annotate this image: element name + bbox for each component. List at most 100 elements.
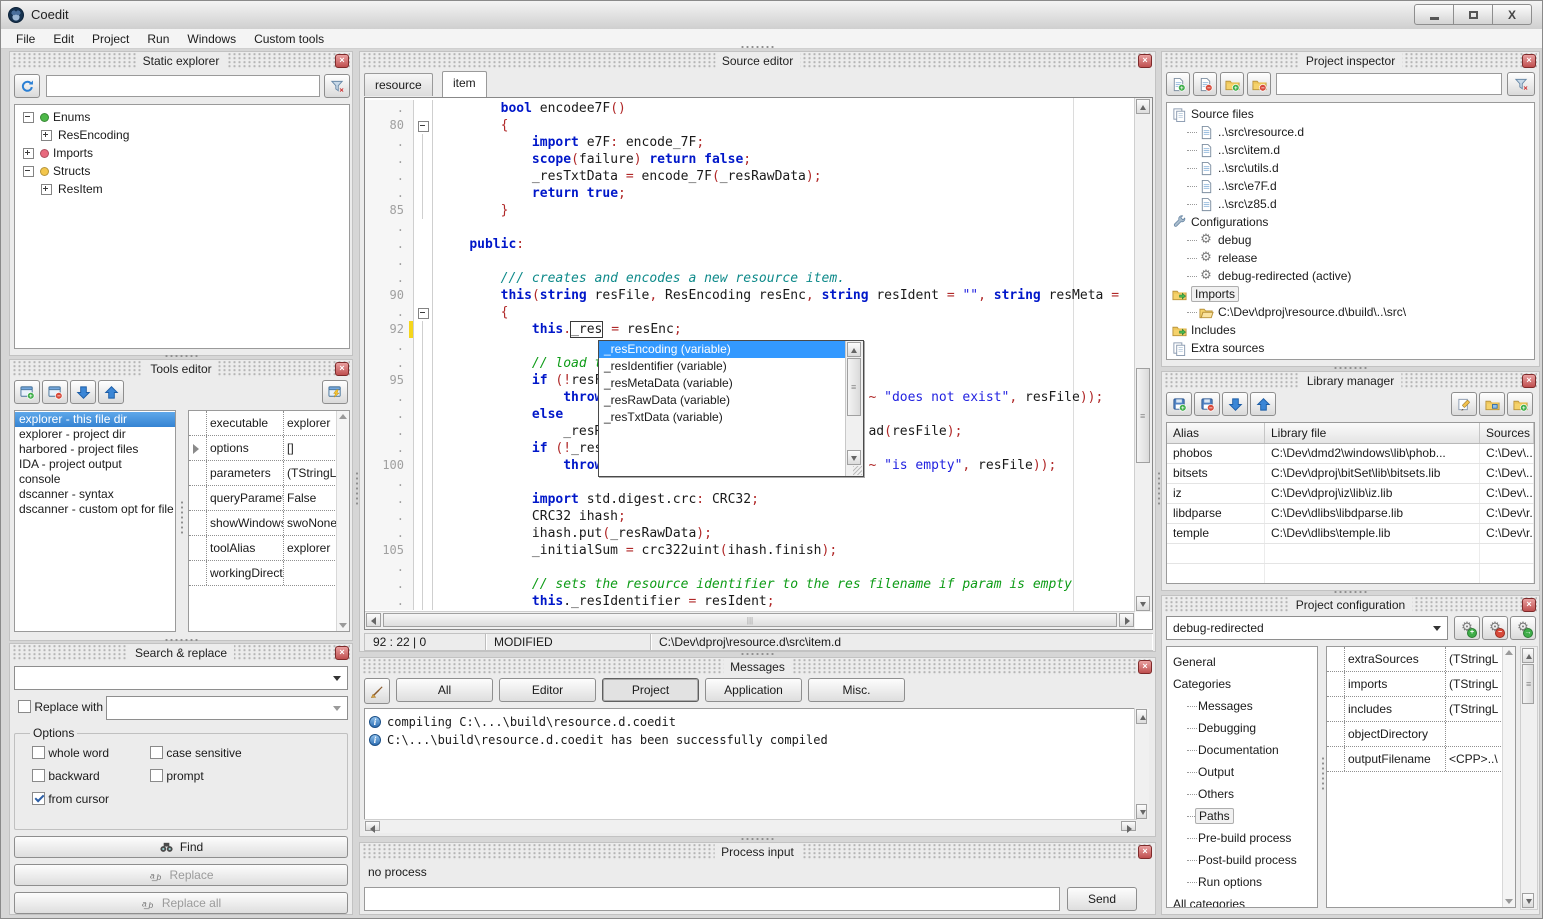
replace-button[interactable]: ab Replace — [14, 864, 348, 886]
list-item[interactable]: dscanner - syntax — [15, 487, 175, 502]
add-tool-button[interactable]: + — [14, 380, 40, 404]
project-tree-item[interactable]: ⚙debug — [1167, 231, 1534, 249]
table-row[interactable]: libdparseC:\Dev\dlibs\libdparse.libC:\De… — [1167, 504, 1534, 524]
code-line[interactable]: . // sets the resource identifier to the… — [365, 576, 1135, 593]
menu-item-windows[interactable]: Windows — [178, 30, 245, 48]
code-line[interactable]: . — [365, 253, 1135, 270]
move-library-down-button[interactable] — [1222, 392, 1248, 416]
code-line[interactable]: . return true; — [365, 185, 1135, 202]
column-header[interactable]: Sources ... — [1480, 423, 1534, 443]
list-item[interactable]: harbored - project files — [15, 442, 175, 457]
code-line[interactable]: . CRC32 ihash; — [365, 508, 1135, 525]
category-item-all-categories[interactable]: All categories — [1167, 893, 1317, 908]
scroll-right-icon[interactable] — [1119, 613, 1134, 627]
completion-item[interactable]: _resIdentifier (variable) — [599, 358, 846, 375]
category-item-post-build-process[interactable]: Post-build process — [1167, 849, 1317, 871]
messages-vertical-scrollbar[interactable] — [1134, 708, 1149, 820]
code-line[interactable]: . import std.digest.crc: CRC32; — [365, 491, 1135, 508]
filter-button[interactable]: × — [324, 74, 350, 98]
clone-configuration-button[interactable]: ⚙→ — [1510, 616, 1536, 640]
category-item-others[interactable]: Others — [1167, 783, 1317, 805]
panel-close-button[interactable] — [1522, 374, 1536, 388]
property-row[interactable]: parameters(TStringL — [189, 461, 349, 486]
message-entry[interactable]: icompiling C:\...\build\resource.d.coedi… — [367, 713, 1134, 731]
project-tree-item[interactable]: ..\src\e7F.d — [1167, 177, 1534, 195]
panel-close-button[interactable] — [335, 646, 349, 660]
splitter-handle[interactable] — [740, 652, 774, 656]
panel-close-button[interactable] — [335, 54, 349, 68]
filter-button-project[interactable]: Project — [602, 678, 699, 702]
expander-minus-icon[interactable] — [23, 112, 34, 123]
find-button[interactable]: Find — [14, 836, 348, 858]
replace-all-button[interactable]: ab Replace all — [14, 892, 348, 914]
category-item-output[interactable]: Output — [1167, 761, 1317, 783]
menu-item-file[interactable]: File — [7, 30, 44, 48]
expander-plus-icon[interactable] — [23, 148, 34, 159]
scroll-down-icon[interactable] — [1505, 899, 1513, 904]
scroll-thumb[interactable] — [383, 613, 1117, 627]
table-row[interactable]: bitsetsC:\Dev\dproj\bitSet\lib\bitsets.l… — [1167, 464, 1534, 484]
code-line[interactable]: 90 this(string resFile, ResEncoding resE… — [365, 287, 1135, 304]
code-line[interactable]: . { — [365, 304, 1135, 321]
code-line[interactable]: . bool encodee7F() — [365, 100, 1135, 117]
expander-plus-icon[interactable] — [41, 184, 52, 195]
splitter-handle[interactable] — [1333, 366, 1367, 370]
code-line[interactable]: 80 { — [365, 117, 1135, 134]
scroll-left-icon[interactable] — [365, 821, 380, 831]
property-row[interactable]: workingDirect — [189, 561, 349, 586]
project-tree-item[interactable]: ⚙release — [1167, 249, 1534, 267]
remove-file-button[interactable]: − — [1193, 72, 1217, 96]
add-library-button[interactable]: + — [1166, 392, 1192, 416]
remove-configuration-button[interactable]: ⚙− — [1482, 616, 1508, 640]
clear-messages-button[interactable] — [364, 678, 390, 704]
panel-close-button[interactable] — [1138, 54, 1152, 68]
code-editor[interactable]: . bool encodee7F()80 {. import e7F: enco… — [364, 97, 1153, 630]
code-line[interactable]: 85 } — [365, 202, 1135, 219]
tree-item[interactable]: ResEncoding — [15, 126, 349, 144]
library-from-project-button[interactable] — [1479, 392, 1505, 416]
library-from-folder-button[interactable]: + — [1507, 392, 1533, 416]
remove-tool-button[interactable]: − — [42, 380, 68, 404]
remove-folder-button[interactable]: − — [1247, 72, 1271, 96]
scroll-up-icon[interactable] — [1136, 709, 1147, 724]
splitter-handle[interactable] — [1333, 590, 1367, 594]
configuration-select[interactable]: debug-redirected — [1166, 616, 1448, 640]
code-line[interactable]: 105 _initialSum = crc322uint(ihash.finis… — [365, 542, 1135, 559]
code-line[interactable]: . ihash.put(_resRawData); — [365, 525, 1135, 542]
scroll-thumb[interactable] — [847, 358, 861, 416]
expand-triangle-icon[interactable] — [193, 444, 199, 454]
panel-close-button[interactable] — [1138, 660, 1152, 674]
code-line[interactable]: 92 this._res = resEnc; — [365, 321, 1135, 338]
scroll-up-icon[interactable] — [1505, 650, 1513, 655]
menu-item-custom-tools[interactable]: Custom tools — [245, 30, 333, 48]
code-line[interactable]: . import e7F: encode_7F; — [365, 134, 1135, 151]
property-row[interactable]: toolAliasexplorer — [189, 536, 349, 561]
property-row[interactable]: outputFilename<CPP>..\ — [1327, 747, 1515, 772]
project-tree-item[interactable]: ⚙debug-redirected (active) — [1167, 267, 1534, 285]
project-tree-item[interactable]: ..\src\z85.d — [1167, 195, 1534, 213]
property-row[interactable]: objectDirectory — [1327, 722, 1515, 747]
splitter-handle[interactable] — [740, 837, 774, 841]
tree-item[interactable]: ResItem — [15, 180, 349, 198]
editor-horizontal-scrollbar[interactable] — [365, 611, 1135, 629]
replace-term-combobox[interactable] — [106, 696, 348, 720]
project-tree-item[interactable]: Source files — [1167, 105, 1534, 123]
list-item[interactable]: IDA - project output — [15, 457, 175, 472]
category-item-documentation[interactable]: Documentation — [1167, 739, 1317, 761]
project-tree-item[interactable]: Imports — [1167, 285, 1534, 303]
menu-item-edit[interactable]: Edit — [44, 30, 83, 48]
process-input-field[interactable] — [364, 887, 1060, 911]
add-configuration-button[interactable]: ⚙+ — [1454, 616, 1480, 640]
splitter-handle[interactable] — [355, 471, 359, 505]
messages-horizontal-scrollbar[interactable] — [364, 819, 1137, 833]
table-row[interactable]: templeC:\Dev\dlibs\temple.libC:\Dev\r... — [1167, 524, 1534, 544]
move-library-up-button[interactable] — [1250, 392, 1276, 416]
category-item-categories[interactable]: Categories — [1167, 673, 1317, 695]
panel-close-button[interactable] — [1138, 845, 1152, 859]
table-row[interactable]: phobosC:\Dev\dmd2\windows\lib\phob...C:\… — [1167, 444, 1534, 464]
tab-resource[interactable]: resource — [364, 73, 433, 96]
list-item[interactable]: explorer - project dir — [15, 427, 175, 442]
scroll-down-icon[interactable] — [339, 623, 347, 628]
tree-item[interactable]: Enums — [15, 108, 349, 126]
replace-with-checkbox[interactable]: Replace with — [18, 700, 103, 714]
